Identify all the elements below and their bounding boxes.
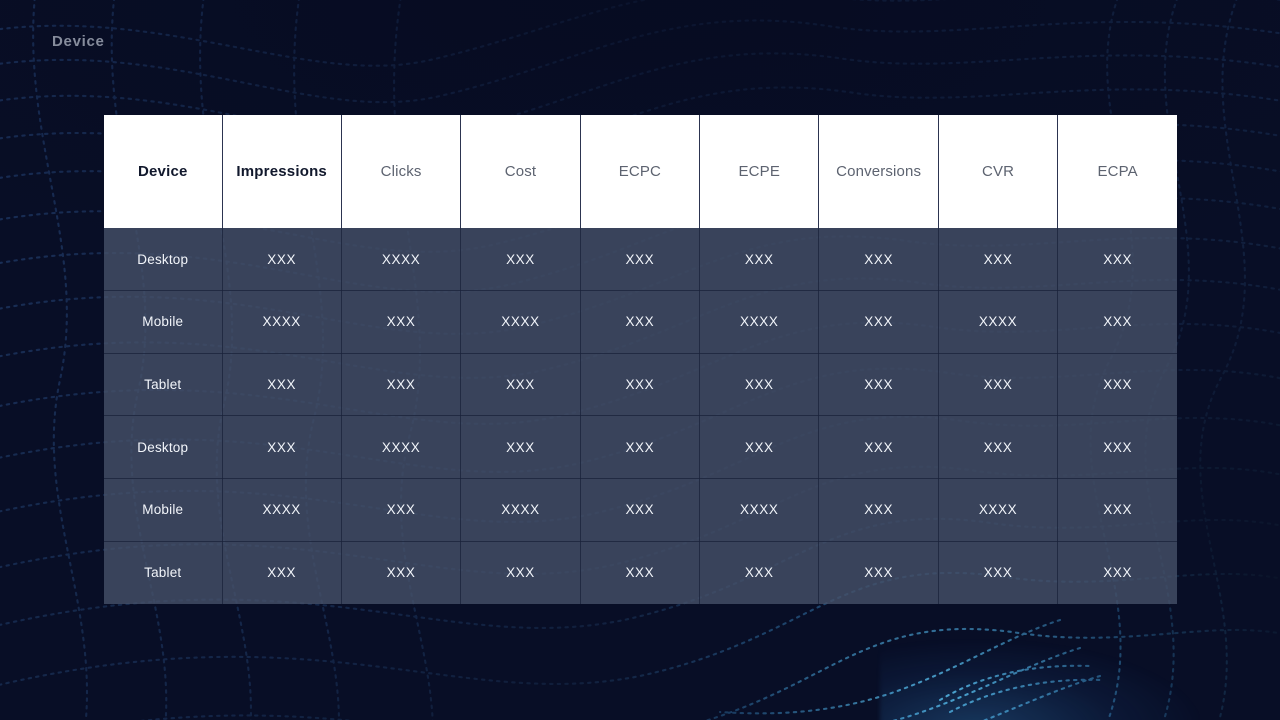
cell-ecpe: XXXX [699,478,820,542]
cell-conversions: XXX [818,290,939,354]
column-header-conversions[interactable]: Conversions [818,115,939,228]
cell-device: Mobile [104,290,223,354]
cell-impressions: XXXX [222,478,342,542]
table-row[interactable]: Tablet XXX XXX XXX XXX XXX XXX XXX XXX [104,353,1178,417]
cell-ecpc: XXX [580,228,701,292]
cell-cost: XXXX [460,478,581,542]
cell-cost: XXX [460,228,581,292]
cell-conversions: XXX [818,541,939,604]
cell-cvr: XXX [938,228,1059,292]
cell-ecpa: XXX [1057,478,1178,542]
cell-cvr: XXX [938,415,1059,480]
cell-impressions: XXXX [222,290,342,354]
cell-impressions: XXX [222,415,342,480]
cell-cost: XXXX [460,290,581,354]
cell-ecpe: XXX [699,541,820,604]
cell-conversions: XXX [818,353,939,417]
table-header-row: Device Impressions Clicks Cost ECPC ECPE… [104,115,1178,228]
table-row[interactable]: Mobile XXXX XXX XXXX XXX XXXX XXX XXXX X… [104,478,1178,542]
column-header-impressions[interactable]: Impressions [222,115,342,228]
cell-cvr: XXX [938,541,1059,604]
cell-ecpa: XXX [1057,415,1178,480]
cell-impressions: XXX [222,353,342,417]
cell-device: Mobile [104,478,223,542]
table-header: Device Impressions Clicks Cost ECPC ECPE… [104,115,1178,228]
cell-impressions: XXX [222,228,342,292]
table-row[interactable]: Desktop XXX XXXX XXX XXX XXX XXX XXX XXX [104,415,1178,480]
cell-ecpc: XXX [580,478,701,542]
column-header-device[interactable]: Device [104,115,223,228]
slide-canvas: Device Device Impressions Clicks Cost EC… [0,0,1280,720]
cell-device: Desktop [104,415,223,480]
cell-ecpa: XXX [1057,353,1178,417]
table-row[interactable]: Mobile XXXX XXX XXXX XXX XXXX XXX XXXX X… [104,290,1178,354]
cell-cvr: XXX [938,353,1059,417]
cell-clicks: XXX [341,478,462,542]
cell-impressions: XXX [222,541,342,604]
cell-ecpe: XXX [699,353,820,417]
cell-ecpa: XXX [1057,541,1178,604]
cell-device: Tablet [104,541,223,604]
cell-conversions: XXX [818,478,939,542]
cell-ecpe: XXX [699,415,820,480]
table-row[interactable]: Tablet XXX XXX XXX XXX XXX XXX XXX XXX [104,541,1178,604]
page-title: Device [52,33,105,50]
cell-cvr: XXXX [938,478,1059,542]
cell-ecpe: XXXX [699,290,820,354]
column-header-clicks[interactable]: Clicks [341,115,462,228]
cell-ecpc: XXX [580,415,701,480]
cell-ecpa: XXX [1057,290,1178,354]
cell-ecpc: XXX [580,290,701,354]
column-header-cvr[interactable]: CVR [938,115,1059,228]
table-body: Desktop XXX XXXX XXX XXX XXX XXX XXX XXX… [104,228,1178,604]
cell-clicks: XXX [341,541,462,604]
cell-cost: XXX [460,541,581,604]
device-metrics-table: Device Impressions Clicks Cost ECPC ECPE… [104,115,1178,604]
column-header-ecpa[interactable]: ECPA [1057,115,1178,228]
cell-cost: XXX [460,353,581,417]
column-header-cost[interactable]: Cost [460,115,581,228]
cell-clicks: XXXX [341,228,462,292]
cell-conversions: XXX [818,415,939,480]
cell-ecpc: XXX [580,541,701,604]
cell-clicks: XXX [341,353,462,417]
column-header-ecpe[interactable]: ECPE [699,115,820,228]
cell-ecpc: XXX [580,353,701,417]
column-header-ecpc[interactable]: ECPC [580,115,701,228]
cell-ecpe: XXX [699,228,820,292]
cell-ecpa: XXX [1057,228,1178,292]
cell-device: Tablet [104,353,223,417]
cell-conversions: XXX [818,228,939,292]
table-row[interactable]: Desktop XXX XXXX XXX XXX XXX XXX XXX XXX [104,228,1178,292]
cell-cost: XXX [460,415,581,480]
cell-cvr: XXXX [938,290,1059,354]
cell-clicks: XXXX [341,415,462,480]
cell-device: Desktop [104,228,223,292]
cell-clicks: XXX [341,290,462,354]
